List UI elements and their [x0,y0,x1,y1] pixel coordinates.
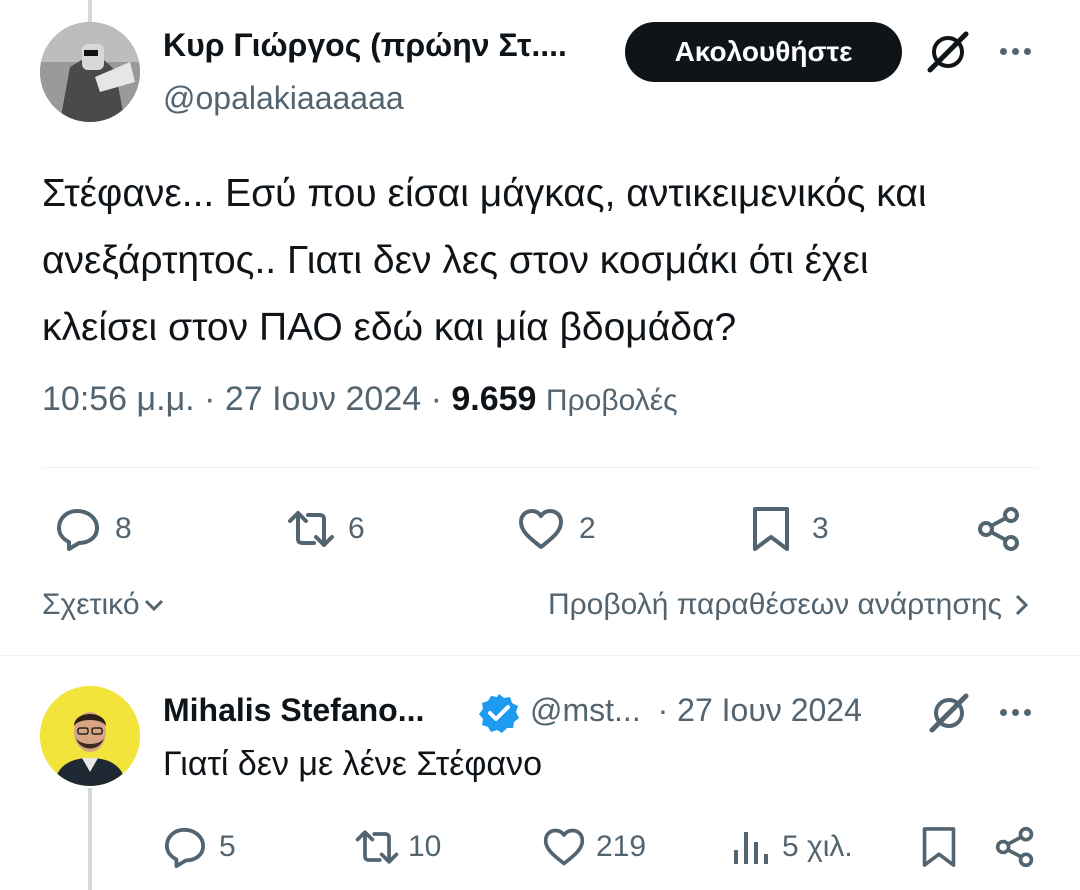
reply-count: 8 [115,512,132,545]
reply-icon [164,827,206,868]
share-icon [978,507,1019,551]
reply-author-avatar[interactable] [40,686,140,786]
tweet-text-line: ανεξάρτητος.. Γιατι δεν λες στον κοσμάκι… [42,239,869,282]
share-icon [995,826,1034,868]
grok-icon[interactable] [926,30,970,74]
reply-like-button[interactable]: 219 [542,826,646,868]
like-icon [519,509,563,549]
repost-count: 6 [348,512,365,545]
tweet-time[interactable]: 10:56 μ.μ. [42,380,195,418]
reply-author-name[interactable]: Mihalis Stefano... [163,692,424,729]
tweet-date[interactable]: 27 Ιουν 2024 [225,380,421,418]
reply-repost-button[interactable]: 10 [352,826,441,868]
share-button[interactable] [976,506,1022,552]
reply-date[interactable]: 27 Ιουν 2024 [677,692,862,728]
meta-separator: · [657,692,669,728]
grok-icon[interactable] [928,692,970,734]
reply-bookmark-button[interactable] [920,824,958,870]
like-button[interactable]: 2 [517,507,596,551]
meta-separator: · [430,380,442,418]
bookmark-icon [753,507,789,551]
reply-text: Γιατί δεν με λένε Στέφανο [163,745,542,783]
reply-views-button[interactable]: 5 χιλ. [732,826,853,868]
author-handle[interactable]: @opalakiaaaaaa [163,80,404,117]
tweet-text-line: Στέφανε... Εσύ που είσαι μάγκας, αντικει… [42,172,927,215]
view-quotes-link[interactable]: Προβολή παραθέσεων ανάρτησης [548,588,1032,622]
meta-separator: · [204,380,216,418]
reply-icon [57,509,99,551]
reply-author-handle[interactable]: @mst... [530,692,641,728]
author-name[interactable]: Κυρ Γιώργος (πρώην Στ.... [163,27,567,64]
thread-line-bottom [88,788,92,890]
like-icon [543,828,585,866]
thread-line-top [88,0,92,22]
reply-repost-count: 10 [408,830,442,863]
verified-badge-icon [478,692,520,734]
views-count: 9.659 [451,380,537,418]
reply-meta: @mst... · 27 Ιουν 2024 [530,692,862,729]
views-label: Προβολές [545,384,678,417]
bookmark-icon [922,827,956,867]
tweet-text-line: κλείσει στον ΠΑΟ εδώ και μία βδομάδα? [42,306,737,349]
like-count: 2 [579,512,596,545]
more-icon[interactable] [1000,709,1031,716]
reply-share-button[interactable] [994,825,1036,869]
follow-button[interactable]: Ακολουθήστε [625,22,902,82]
reply-reply-button[interactable]: 5 [163,826,236,868]
repost-button[interactable]: 6 [284,507,365,551]
view-quotes-label: Προβολή παραθέσεων ανάρτησης [547,588,1002,621]
bookmark-count: 3 [812,512,829,545]
more-icon[interactable] [1000,48,1031,55]
chevron-down-icon [144,599,163,612]
chevron-right-icon [1015,594,1029,616]
related-toggle[interactable]: Σχετικό [42,588,166,622]
tweet-text: Στέφανε... Εσύ που είσαι μάγκας, αντικει… [42,160,1052,361]
reply-reply-count: 5 [219,830,236,863]
views-icon [734,832,768,864]
repost-icon [288,511,334,547]
reply-views-count: 5 χιλ. [782,830,853,863]
divider [42,467,1038,468]
repost-icon [355,830,399,864]
section-divider [0,655,1080,656]
author-avatar[interactable] [40,22,140,122]
reply-like-count: 219 [596,830,647,863]
tweet-meta: 10:56 μ.μ. · 27 Ιουν 2024 · 9.659 Προβολ… [42,380,678,419]
related-label: Σχετικό [42,588,140,621]
bookmark-button[interactable]: 3 [750,505,829,553]
reply-button[interactable]: 8 [55,507,132,551]
